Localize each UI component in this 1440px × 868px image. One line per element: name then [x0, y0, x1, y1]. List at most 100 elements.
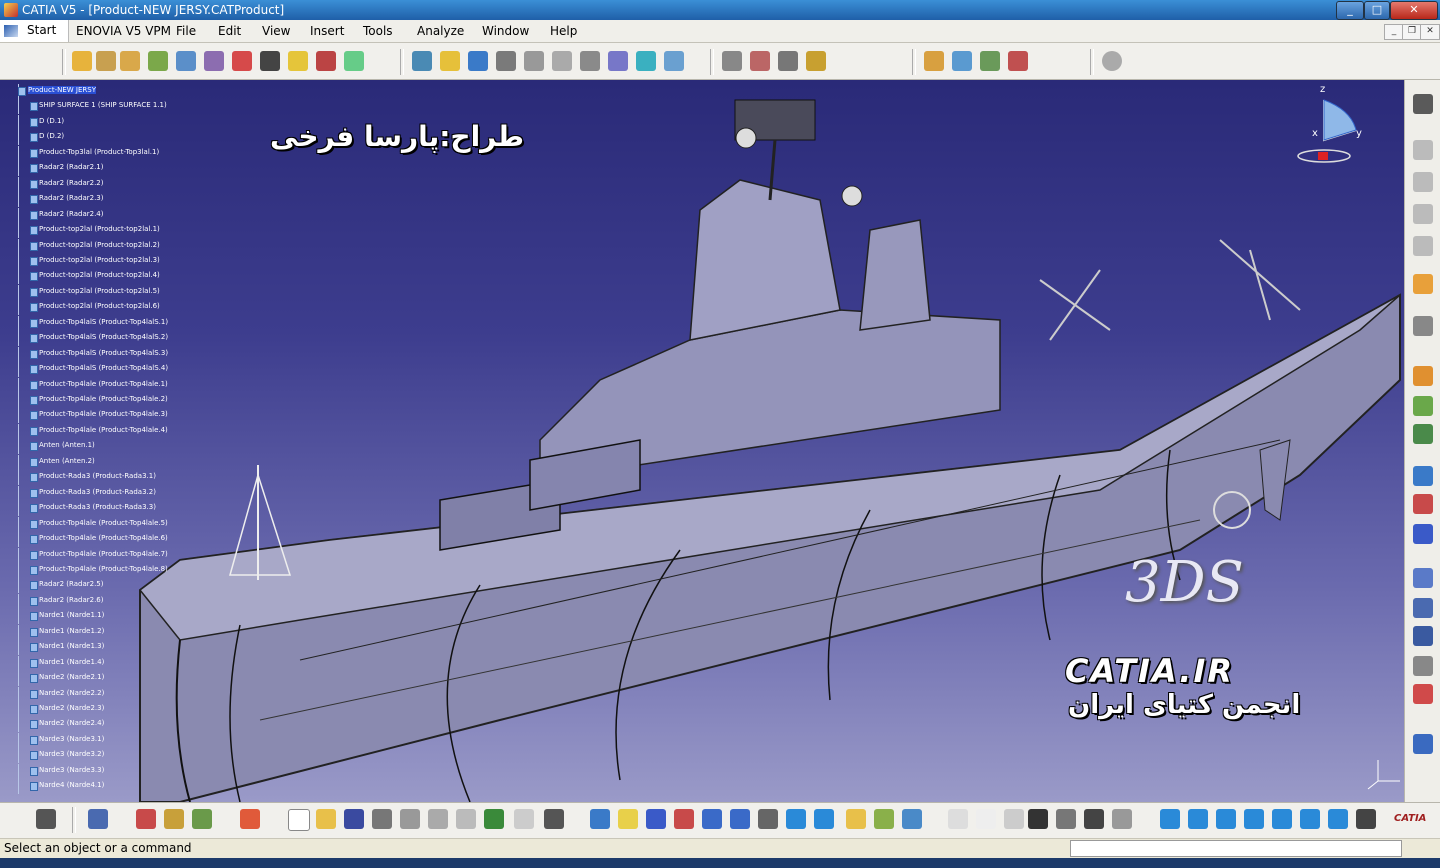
reorder-icon[interactable] [232, 51, 252, 71]
menu-window[interactable]: Window [482, 23, 529, 39]
bill-of-material-icon[interactable] [952, 51, 972, 71]
rule-icon[interactable] [1056, 809, 1076, 829]
menu-file[interactable]: File [176, 23, 196, 39]
view-icon[interactable] [1413, 656, 1433, 676]
grid-icon[interactable] [240, 809, 260, 829]
angle-constraint-icon[interactable] [608, 51, 628, 71]
bom-icon[interactable] [1413, 524, 1433, 544]
manipulation-icon[interactable] [412, 51, 432, 71]
compute-clash-icon[interactable] [806, 51, 826, 71]
doc-restore-button[interactable]: ❐ [1402, 24, 1422, 40]
menu-analyze[interactable]: Analyze [417, 23, 464, 39]
menu-edit[interactable]: Edit [218, 23, 241, 39]
paste-icon[interactable] [456, 809, 476, 829]
workbench-icon[interactable] [1413, 94, 1433, 114]
sketch-icon[interactable] [1413, 316, 1433, 336]
lock-icon[interactable] [1084, 809, 1104, 829]
measure-item-icon[interactable] [164, 809, 184, 829]
knowledge-icon[interactable] [1004, 809, 1024, 829]
left-view-icon[interactable] [1216, 809, 1236, 829]
minimize-button[interactable]: _ [1336, 1, 1364, 20]
smart-move-icon[interactable] [1413, 396, 1433, 416]
publication-icon[interactable] [980, 51, 1000, 71]
bottom-view-icon[interactable] [1300, 809, 1320, 829]
normal-view-icon[interactable] [758, 809, 778, 829]
coincidence-constraint-icon[interactable] [524, 51, 544, 71]
selective-load-icon[interactable] [288, 51, 308, 71]
offset-constraint-icon[interactable] [580, 51, 600, 71]
measure-icon[interactable] [722, 51, 742, 71]
product-structure-icon[interactable] [1413, 140, 1433, 160]
save-icon[interactable] [344, 809, 364, 829]
new-product-icon[interactable] [1413, 204, 1433, 224]
parameter-icon[interactable] [1112, 809, 1132, 829]
assembly-icon[interactable] [72, 51, 92, 71]
flag-note-icon[interactable] [1413, 626, 1433, 646]
power-input-field[interactable] [1070, 840, 1402, 857]
move-icon[interactable] [1413, 366, 1433, 386]
replace-component-icon[interactable] [176, 51, 196, 71]
menu-help[interactable]: Help [550, 23, 577, 39]
compass[interactable]: z x y [1296, 80, 1376, 170]
top-view-icon[interactable] [1272, 809, 1292, 829]
render-icon[interactable] [1356, 809, 1376, 829]
select-arrow-icon[interactable] [1413, 274, 1433, 294]
new-component-icon[interactable] [1413, 172, 1433, 192]
multi-instantiation-icon[interactable] [344, 51, 364, 71]
scenes-icon[interactable] [924, 51, 944, 71]
swap-space-icon[interactable] [902, 809, 922, 829]
specification-tree[interactable]: Product-NEW JERSY SHIP SURFACE 1 (SHIP SU… [0, 80, 200, 802]
contact-constraint-icon[interactable] [552, 51, 572, 71]
explode-icon[interactable] [468, 51, 488, 71]
back-view-icon[interactable] [1188, 809, 1208, 829]
rotate-icon[interactable] [674, 809, 694, 829]
menu-view[interactable]: View [262, 23, 290, 39]
fix-component-icon[interactable] [636, 51, 656, 71]
iso-view-icon[interactable] [814, 809, 834, 829]
comment-icon[interactable] [976, 809, 996, 829]
zoom-out-icon[interactable] [730, 809, 750, 829]
gear-icon[interactable] [120, 51, 140, 71]
maximize-button[interactable]: □ [1364, 1, 1390, 20]
hide-show-icon[interactable] [874, 809, 894, 829]
clash-icon[interactable] [750, 51, 770, 71]
measure-between-icon[interactable] [136, 809, 156, 829]
menu-enovia[interactable]: ENOVIA V5 VPM [76, 23, 171, 39]
redo-icon[interactable] [514, 809, 534, 829]
refresh-icon[interactable] [1102, 51, 1122, 71]
front-view-icon[interactable] [1160, 809, 1180, 829]
dimension-icon[interactable] [1413, 734, 1433, 754]
undo-icon[interactable] [484, 809, 504, 829]
open-icon[interactable] [316, 809, 336, 829]
constraint-icon[interactable] [1413, 424, 1433, 444]
right-view-icon[interactable] [1244, 809, 1264, 829]
text-annotation-icon[interactable] [1413, 598, 1433, 618]
measure-inertia-icon[interactable] [192, 809, 212, 829]
scene-icon[interactable] [1413, 466, 1433, 486]
weld-icon[interactable] [1413, 568, 1433, 588]
exploded-view-icon[interactable] [1413, 494, 1433, 514]
update-icon[interactable] [664, 51, 684, 71]
fit-all-icon[interactable] [618, 809, 638, 829]
new-icon[interactable] [288, 809, 310, 831]
shading-icon[interactable] [846, 809, 866, 829]
catalog-icon[interactable] [1413, 684, 1433, 704]
close-button[interactable]: ✕ [1390, 1, 1438, 20]
doc-minimize-button[interactable]: _ [1384, 24, 1404, 40]
capture-icon[interactable] [36, 809, 56, 829]
table-icon[interactable] [1028, 809, 1048, 829]
fly-mode-icon[interactable] [590, 809, 610, 829]
annotation-icon[interactable] [1008, 51, 1028, 71]
product-icon[interactable] [96, 51, 116, 71]
stop-manipulate-icon[interactable] [496, 51, 516, 71]
new-part-icon[interactable] [1413, 236, 1433, 256]
3d-viewport[interactable]: Product-NEW JERSY SHIP SURFACE 1 (SHIP SU… [0, 80, 1404, 802]
generate-numbering-icon[interactable] [260, 51, 280, 71]
doc-close-button[interactable]: ✕ [1420, 24, 1440, 40]
insert-existing-icon[interactable] [148, 51, 168, 71]
pan-icon[interactable] [646, 809, 666, 829]
eraser-icon[interactable] [88, 809, 108, 829]
formula-icon[interactable] [948, 809, 968, 829]
menu-tools[interactable]: Tools [363, 23, 393, 39]
multi-view-icon[interactable] [786, 809, 806, 829]
